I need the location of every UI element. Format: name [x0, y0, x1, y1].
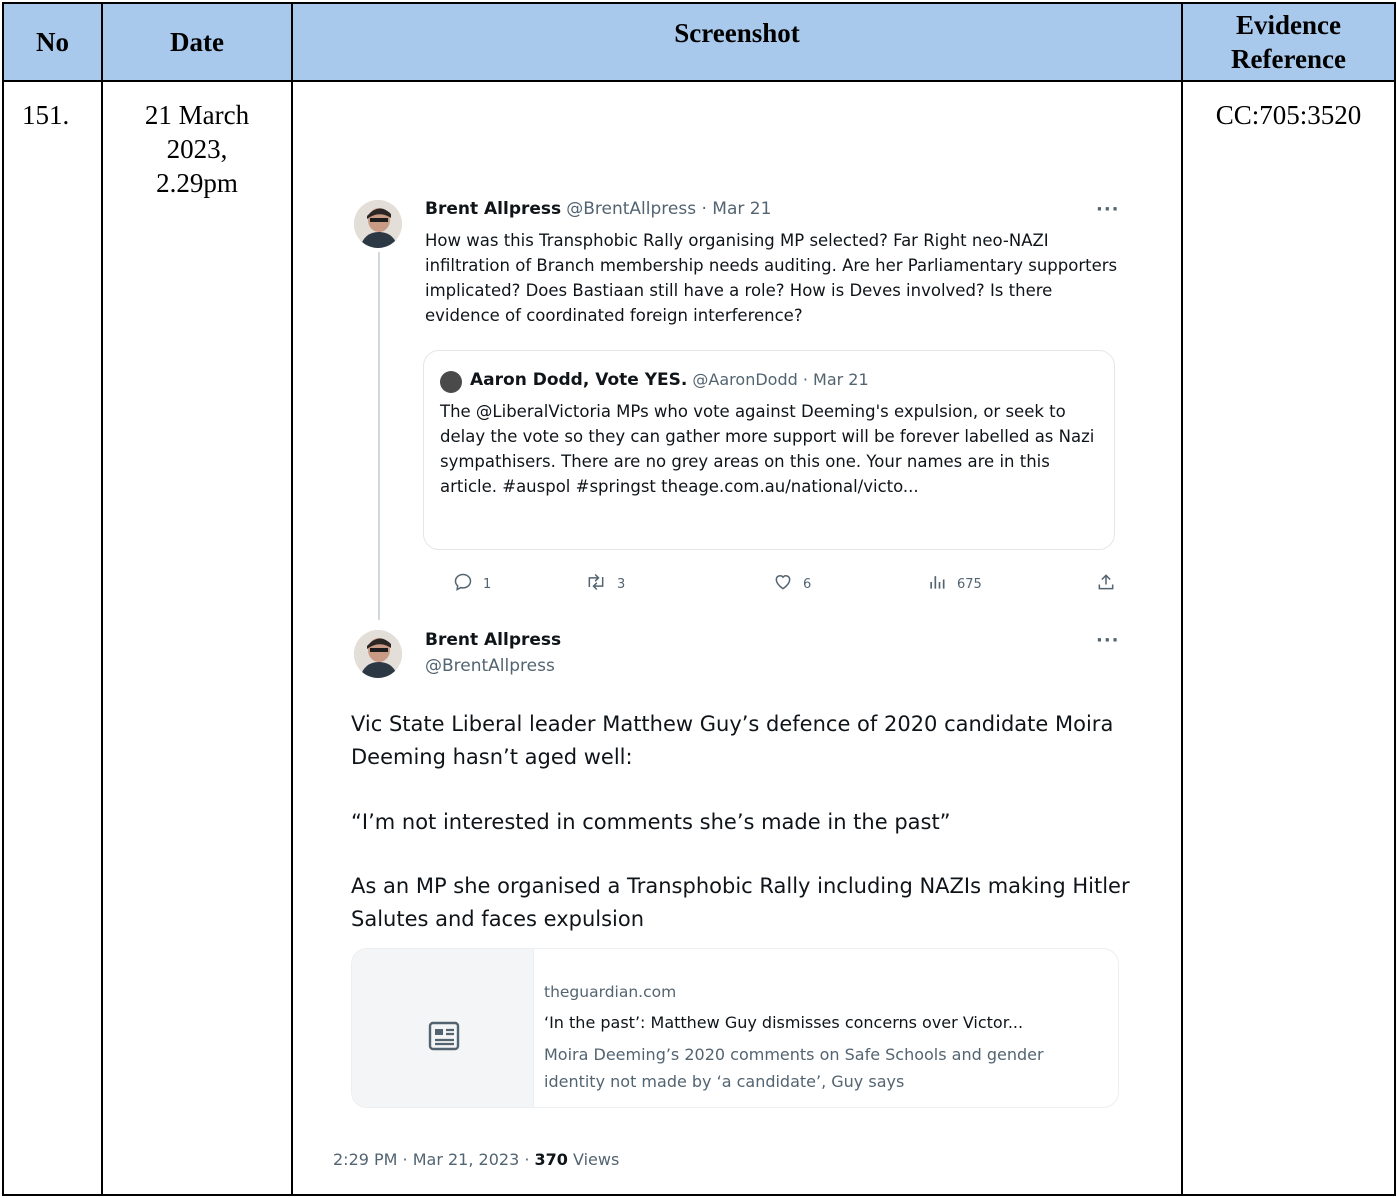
link-card-thumbnail: [352, 949, 534, 1107]
reply-button[interactable]: 1: [453, 572, 491, 596]
link-card-title: ‘In the past’: Matthew Guy dismisses con…: [544, 1013, 1024, 1032]
avatar: [440, 371, 462, 393]
quoted-tweet-header: Aaron Dodd, Vote YES. @AaronDodd · Mar 2…: [470, 370, 869, 390]
row-date-line: 2023,: [166, 134, 228, 164]
tweet-timestamp: 2:29 PM · Mar 21, 2023 · 370 Views: [333, 1150, 619, 1169]
author-name[interactable]: Brent Allpress: [425, 199, 561, 219]
row-date: 21 March 2023, 2.29pm: [101, 80, 293, 1196]
views-label: Views: [567, 1150, 620, 1169]
tweet-text: “I’m not interested in comments she’s ma…: [351, 810, 951, 834]
quoted-tweet-text: The @LiberalVictoria MPs who vote agains…: [440, 402, 1095, 496]
author-handle[interactable]: @BrentAllpress: [425, 656, 555, 676]
tweet-text: Vic State Liberal leader Matthew Guy’s d…: [351, 712, 1114, 769]
tweet-screenshot: Brent Allpress @BrentAllpress · Mar 21 ·…: [293, 82, 1179, 1194]
row-date-line: 21 March: [144, 100, 250, 130]
retweet-count: 3: [617, 576, 626, 592]
header-row: No Date Screenshot Evidence Reference: [2, 2, 1396, 82]
avatar[interactable]: [354, 200, 402, 248]
quoted-author-name: Aaron Dodd, Vote YES.: [470, 370, 688, 390]
views-number: 370: [534, 1150, 568, 1169]
share-icon: [1096, 572, 1126, 596]
reply-icon: [453, 572, 483, 596]
tweet-text: As an MP she organised a Transphobic Ral…: [351, 874, 1130, 931]
quoted-author-handle-date: @AaronDodd · Mar 21: [692, 370, 869, 389]
row-number: 151.: [2, 80, 103, 1196]
more-options-icon[interactable]: ···: [1096, 630, 1120, 651]
tweet-text: How was this Transphobic Rally organisin…: [425, 231, 1118, 325]
link-card-domain: theguardian.com: [544, 983, 677, 1001]
views-icon: [927, 572, 957, 596]
timestamp-text[interactable]: 2:29 PM · Mar 21, 2023 ·: [333, 1150, 535, 1169]
link-card-description: Moira Deeming’s 2020 comments on Safe Sc…: [544, 1045, 1044, 1091]
share-button[interactable]: [1096, 572, 1126, 596]
like-button[interactable]: 6: [773, 572, 811, 596]
table-row: 151. 21 March 2023, 2.29pm Brent Allpres…: [2, 80, 1396, 1196]
article-icon: [428, 1021, 460, 1055]
retweet-button[interactable]: 3: [585, 572, 625, 596]
header-evidence-reference: Evidence Reference: [1181, 2, 1396, 82]
views-button[interactable]: 675: [927, 572, 982, 596]
row-evidence-reference: CC:705:3520: [1181, 80, 1396, 1196]
row-date-line: 2.29pm: [156, 168, 238, 198]
header-date: Date: [101, 2, 293, 82]
author-name[interactable]: Brent Allpress: [425, 630, 561, 650]
retweet-icon: [585, 572, 617, 596]
reply-count: 1: [483, 576, 492, 592]
like-count: 6: [803, 576, 812, 592]
views-count: 675: [957, 576, 982, 592]
header-screenshot: Screenshot: [291, 2, 1183, 82]
link-card[interactable]: theguardian.com ‘In the past’: Matthew G…: [351, 948, 1119, 1108]
author-handle-date[interactable]: @BrentAllpress · Mar 21: [566, 199, 771, 219]
more-options-icon[interactable]: ···: [1096, 199, 1120, 220]
evidence-table: No Date Screenshot Evidence Reference 15…: [2, 2, 1396, 1196]
like-icon: [773, 572, 803, 596]
header-no: No: [2, 2, 103, 82]
thread-line: [378, 252, 380, 620]
avatar[interactable]: [354, 630, 402, 678]
screenshot-cell: Brent Allpress @BrentAllpress · Mar 21 ·…: [291, 80, 1183, 1196]
quoted-tweet[interactable]: Aaron Dodd, Vote YES. @AaronDodd · Mar 2…: [423, 350, 1115, 550]
tweet-header: Brent Allpress @BrentAllpress · Mar 21: [425, 199, 771, 219]
